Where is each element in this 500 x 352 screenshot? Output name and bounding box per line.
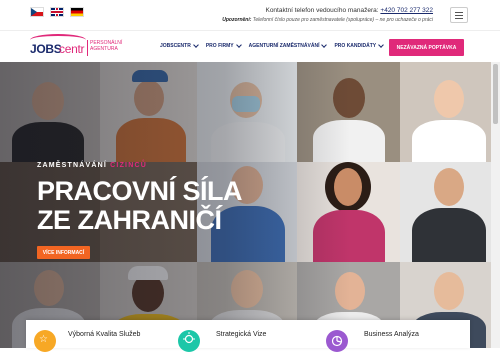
more-info-button[interactable]: VÍCE INFORMACÍ [37, 246, 90, 259]
hero-subtitle: ZAMĚSTNÁVÁNÍ CIZINCŮ [37, 162, 147, 169]
contact-phone-line: Kontaktní telefon vedoucího manažera: +4… [265, 7, 433, 14]
hero-title: PRACOVNÍ SÍLA ZE ZAHRANIČÍ [37, 176, 243, 235]
uk-flag-icon[interactable] [50, 7, 64, 17]
bulb-icon [178, 330, 200, 352]
logo-jobs-text: JOBS [30, 42, 62, 56]
hamburger-menu-button[interactable] [450, 7, 468, 23]
jobscentr-logo[interactable]: JOBS centr PERSONÁLNÍ AGENTURA [30, 34, 125, 60]
hero-subtitle-prefix: ZAMĚSTNÁVÁNÍ [37, 162, 108, 169]
main-navigation: JOBS centr PERSONÁLNÍ AGENTURA JOBSCENTR… [0, 30, 500, 63]
chevron-down-icon [193, 42, 199, 48]
notice-text: Telefonní číslo pouze pro zaměstnavatele… [252, 17, 433, 23]
language-switcher [30, 7, 84, 17]
contact-notice: Upozornění: Telefonní číslo pouze pro za… [222, 17, 433, 23]
hero-title-line1: PRACOVNÍ SÍLA [37, 176, 243, 206]
chevron-down-icon [235, 42, 242, 48]
de-flag-icon[interactable] [70, 7, 84, 17]
nav-item-label: JOBSCENTR [160, 43, 191, 49]
cz-flag-icon[interactable] [30, 7, 44, 17]
hero-title-line2: ZE ZAHRANIČÍ [37, 205, 222, 235]
nav-item-pro-firmy[interactable]: PRO FIRMY [205, 42, 242, 49]
inquiry-cta-button[interactable]: NEZÁVAZNÁ POPTÁVKA [389, 39, 464, 56]
menu-icon-line [455, 14, 463, 16]
star-icon: ☆ [34, 330, 56, 352]
logo-divider [87, 40, 88, 56]
contact-label: Kontaktní telefon vedoucího manažera: [265, 7, 379, 14]
top-bar: Kontaktní telefon vedoucího manažera: +4… [0, 0, 500, 30]
menu-icon-line [455, 17, 463, 19]
chevron-down-icon [378, 42, 384, 48]
nav-menu: JOBSCENTR PRO FIRMY AGENTURNÍ ZAMĚSTNÁVÁ… [160, 42, 384, 49]
menu-icon-line [455, 11, 463, 13]
nav-item-label: PRO FIRMY [205, 43, 234, 49]
logo-tagline: PERSONÁLNÍ AGENTURA [90, 40, 122, 52]
features-bar: ☆ Výborná Kvalita Služeb Strategická Viz… [26, 320, 470, 352]
contact-phone-link[interactable]: +420 702 277 322 [380, 7, 433, 14]
nav-item-label: PRO KANDIDÁTY [334, 43, 377, 49]
nav-item-label: AGENTURNÍ ZAMĚSTNÁVÁNÍ [248, 43, 320, 49]
nav-item-agenturni[interactable]: AGENTURNÍ ZAMĚSTNÁVÁNÍ [248, 42, 328, 49]
notice-label: Upozornění: [222, 17, 252, 23]
feature-label: Výborná Kvalita Služeb [68, 331, 141, 338]
logo-centr-text: centr [59, 42, 85, 56]
chart-icon [326, 330, 348, 352]
nav-item-pro-kandidaty[interactable]: PRO KANDIDÁTY [334, 42, 384, 49]
nav-item-jobscentr[interactable]: JOBSCENTR [160, 42, 199, 49]
logo-tag-line2: AGENTURA [90, 46, 118, 52]
scrollbar-thumb[interactable] [493, 64, 498, 124]
feature-label: Strategická Vize [216, 331, 267, 338]
hero-subtitle-accent: CIZINCŮ [110, 162, 147, 169]
hero-banner: ZAMĚSTNÁVÁNÍ CIZINCŮ PRACOVNÍ SÍLA ZE ZA… [0, 62, 500, 348]
feature-label: Business Analýza [364, 331, 419, 338]
chevron-down-icon [321, 42, 328, 48]
